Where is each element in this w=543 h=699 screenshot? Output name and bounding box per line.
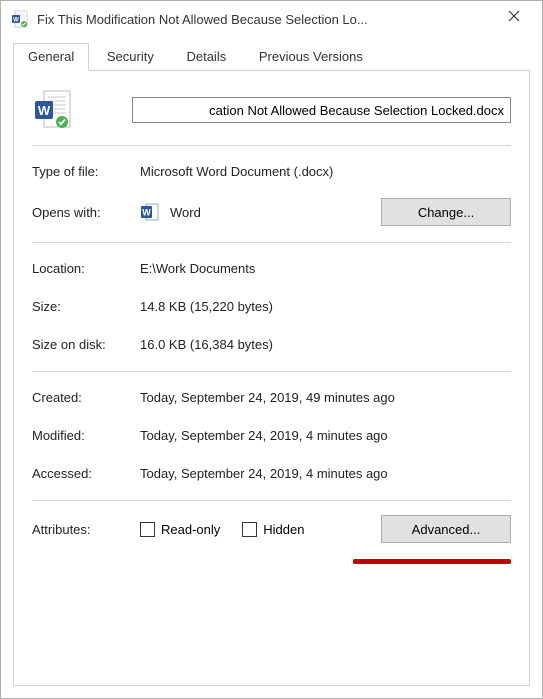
opens-with-label: Opens with: — [32, 205, 140, 220]
tab-details[interactable]: Details — [171, 43, 241, 70]
svg-text:W: W — [38, 103, 51, 118]
checkbox-icon — [140, 522, 155, 537]
type-of-file-value: Microsoft Word Document (.docx) — [140, 164, 511, 179]
word-app-icon: W — [140, 202, 160, 222]
divider — [32, 242, 511, 243]
advanced-button[interactable]: Advanced... — [381, 515, 511, 543]
window-title: Fix This Modification Not Allowed Becaus… — [37, 12, 491, 27]
size-on-disk-value: 16.0 KB (16,384 bytes) — [140, 337, 511, 352]
tab-previous-versions[interactable]: Previous Versions — [244, 43, 378, 70]
titlebar: W Fix This Modification Not Allowed Beca… — [1, 1, 542, 37]
divider — [32, 500, 511, 501]
readonly-checkbox[interactable]: Read-only — [140, 522, 220, 537]
hidden-checkbox[interactable]: Hidden — [242, 522, 304, 537]
size-label: Size: — [32, 299, 140, 314]
location-value: E:\Work Documents — [140, 261, 511, 276]
tabs: General Security Details Previous Versio… — [13, 43, 530, 71]
svg-text:W: W — [142, 208, 151, 218]
accessed-label: Accessed: — [32, 466, 140, 481]
filename-input[interactable] — [132, 97, 511, 123]
divider — [32, 145, 511, 146]
attributes-label: Attributes: — [32, 522, 140, 537]
tab-security[interactable]: Security — [92, 43, 169, 70]
opens-with-app: Word — [170, 205, 201, 220]
tab-general[interactable]: General — [13, 43, 89, 71]
type-of-file-label: Type of file: — [32, 164, 140, 179]
highlight-underline — [353, 559, 511, 564]
svg-text:W: W — [13, 18, 19, 24]
properties-dialog: W Fix This Modification Not Allowed Beca… — [0, 0, 543, 699]
word-document-icon: W — [32, 89, 74, 131]
created-label: Created: — [32, 390, 140, 405]
close-button[interactable] — [491, 1, 536, 31]
size-value: 14.8 KB (15,220 bytes) — [140, 299, 511, 314]
accessed-value: Today, September 24, 2019, 4 minutes ago — [140, 466, 511, 481]
divider — [32, 371, 511, 372]
change-button[interactable]: Change... — [381, 198, 511, 226]
word-file-icon: W — [11, 10, 29, 28]
checkbox-icon — [242, 522, 257, 537]
modified-value: Today, September 24, 2019, 4 minutes ago — [140, 428, 511, 443]
location-label: Location: — [32, 261, 140, 276]
size-on-disk-label: Size on disk: — [32, 337, 140, 352]
created-value: Today, September 24, 2019, 49 minutes ag… — [140, 390, 511, 405]
readonly-label: Read-only — [161, 522, 220, 537]
tab-panel-general: W Type of file: Microsoft Word Document … — [13, 71, 530, 686]
hidden-label: Hidden — [263, 522, 304, 537]
modified-label: Modified: — [32, 428, 140, 443]
